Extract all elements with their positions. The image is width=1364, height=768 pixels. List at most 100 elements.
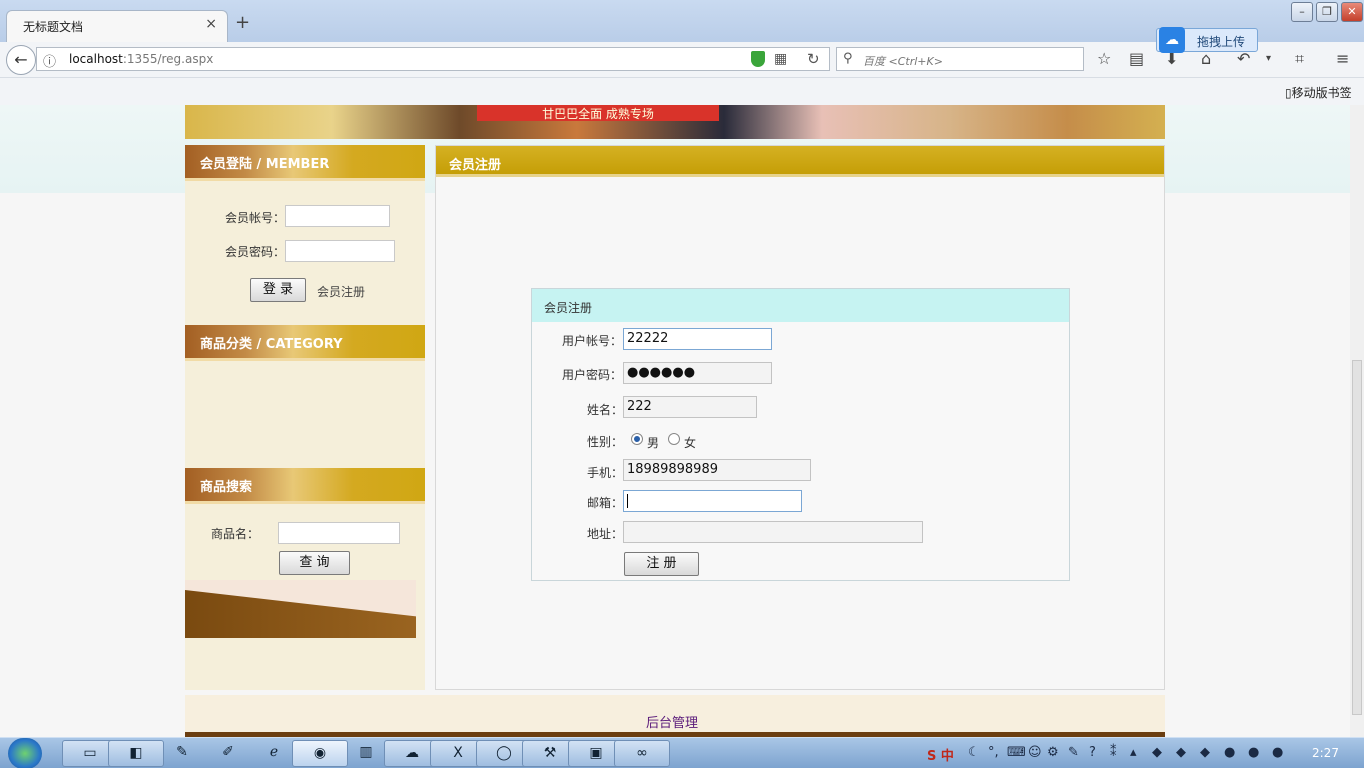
search-placeholder: 百度 <Ctrl+K> [863,55,943,68]
gender-female-label[interactable]: 女 [684,434,696,451]
search-section-title: 商品搜索 [200,480,253,495]
windows-taskbar: ▭ ◧ ✎ ✐ ℯ ◉ ▥ ☁ X ◯ ⚒ ▣ ∞ S 中 ☾ °, ⌨ ☺ ⚙… [0,737,1364,768]
qq-icon-1[interactable]: ● [1224,745,1235,760]
user-icon[interactable]: ☺ [1028,745,1042,760]
member-password-input[interactable] [285,240,395,262]
wrench-icon[interactable]: ⚙ [1047,745,1059,760]
mobile-bookmarks-link[interactable]: ▯移动版书签 [1285,84,1352,101]
start-button[interactable] [8,738,42,768]
address-input[interactable] [623,521,923,543]
gender-male-label[interactable]: 男 [647,434,659,451]
username-label: 用户帐号： [562,334,623,348]
tab-close-icon[interactable]: × [205,16,217,32]
query-button[interactable]: 查 询 [279,551,350,575]
product-name-input[interactable] [278,522,400,544]
main-panel-title: 会员注册 [449,158,502,173]
edit-icon[interactable]: ✎ [1068,745,1079,760]
gender-male-radio[interactable] [631,433,643,445]
info-icon[interactable]: ⓘ [43,51,56,70]
tray-app-icon-2[interactable]: ◆ [1176,745,1186,760]
url-text: localhost:1355/reg.aspx [69,52,213,66]
banner-image: 甘巴巴全面 成熟专场 [185,105,1165,139]
search-section-header: 商品搜索 [185,468,425,504]
username-input[interactable]: 22222 [623,328,772,350]
left-sidebar: 会员登陆 / MEMBER 会员帐号： 会员密码： 登 录 会员注册 商品分类 … [185,145,425,690]
gender-female-radio[interactable] [668,433,680,445]
phone-icon: ▯ [1285,86,1292,100]
bookmark-star-icon[interactable]: ☆ [1097,49,1111,68]
moon-icon[interactable]: ☾ [968,745,980,760]
ime-indicator[interactable]: S 中 [927,745,954,764]
address-label: 地址： [587,527,624,541]
email-input[interactable] [623,490,802,512]
phone-input[interactable]: 18989898989 [623,459,811,481]
password-input[interactable]: ●●●●●● [623,362,772,384]
register-form-header: 会员注册 [532,289,1069,322]
browser-tab[interactable]: 无标题文档 × [6,10,228,42]
chevron-down-icon[interactable]: ▾ [1266,53,1271,64]
main-panel: 会员注册 会员注册 用户帐号： 22222 用户密码： ●●●●●● 姓名： 2… [435,145,1165,690]
member-section-header: 会员登陆 / MEMBER [185,145,425,181]
cloud-upload-icon: ☁ [1159,27,1185,53]
address-bar[interactable]: ⓘ localhost:1355/reg.aspx ▦ ↻ [36,47,830,71]
drag-upload-button[interactable]: ☁ 拖拽上传 [1156,27,1258,53]
window-close-button[interactable]: ✕ [1341,2,1363,22]
window-maximize-button[interactable]: ❐ [1316,2,1338,22]
member-register-link[interactable]: 会员注册 [317,283,365,300]
category-section-title: 商品分类 / CATEGORY [200,337,343,352]
mobile-bookmarks-label: 移动版书签 [1291,86,1352,100]
name-label: 姓名： [587,403,624,417]
password-label: 用户密码： [562,368,623,382]
qr-code-icon[interactable]: ▦ [774,51,787,67]
taskbar-clock[interactable]: 2:27 [1312,746,1339,760]
sidebar-decoration-shape [185,590,416,638]
menu-icon[interactable]: ≡ [1336,49,1349,68]
sidebar-decoration [185,580,416,638]
register-form: 会员注册 用户帐号： 22222 用户密码： ●●●●●● 姓名： 222 性别… [531,288,1070,581]
web-page: 甘巴巴全面 成熟专场 会员登陆 / MEMBER 会员帐号： 会员密码： 登 录… [0,105,1350,737]
login-button[interactable]: 登 录 [250,278,306,302]
category-section-header: 商品分类 / CATEGORY [185,325,425,361]
register-form-title: 会员注册 [544,301,593,315]
crop-icon[interactable]: ⌗ [1295,49,1304,69]
product-name-label: 商品名： [211,527,260,541]
help-icon[interactable]: ? [1089,745,1096,760]
window-minimize-button[interactable]: – [1291,2,1313,22]
search-icon: ⚲ [843,51,853,66]
qq-icon-2[interactable]: ● [1248,745,1259,760]
shield-icon[interactable] [751,51,765,67]
member-account-label: 会员帐号： [225,211,286,225]
reload-icon[interactable]: ↻ [807,50,820,68]
upload-label: 拖拽上传 [1197,35,1246,49]
name-input[interactable]: 222 [623,396,757,418]
search-bar[interactable]: ⚲ 百度 <Ctrl+K> [836,47,1084,71]
page-footer: 后台管理 [185,695,1165,737]
url-path: :1355/reg.aspx [122,52,214,66]
new-tab-button[interactable]: + [235,12,250,33]
gender-label: 性别： [587,435,624,449]
back-arrow-icon: ← [14,50,28,69]
member-section-title: 会员登陆 / MEMBER [200,157,330,172]
tray-settings-icon[interactable]: ⁑ [1110,745,1117,760]
member-password-label: 会员密码： [225,245,286,259]
bookmark-bar: ▯移动版书签 [0,78,1364,105]
keyboard-icon[interactable]: ⌨ [1007,745,1026,760]
tab-title: 无标题文档 [23,20,84,34]
tray-app-icon-1[interactable]: ◆ [1152,745,1162,760]
admin-link[interactable]: 后台管理 [646,712,698,731]
tray-expand-icon[interactable]: ▴ [1130,745,1137,760]
back-button[interactable]: ← [6,45,36,75]
reading-list-icon[interactable]: ▤ [1129,49,1144,68]
url-host: localhost [69,52,123,66]
tray-app-icon-3[interactable]: ◆ [1200,745,1210,760]
punctuation-icon[interactable]: °, [988,745,999,760]
page-scrollbar[interactable] [1350,105,1364,737]
qq-icon-3[interactable]: ● [1272,745,1283,760]
main-panel-header: 会员注册 [436,146,1164,177]
phone-label: 手机： [587,466,624,480]
member-account-input[interactable] [285,205,390,227]
register-submit-button[interactable]: 注 册 [624,552,699,576]
scrollbar-thumb[interactable] [1352,360,1362,715]
visual-studio-task-icon[interactable]: ∞ [614,740,670,767]
text-caret [627,494,628,508]
